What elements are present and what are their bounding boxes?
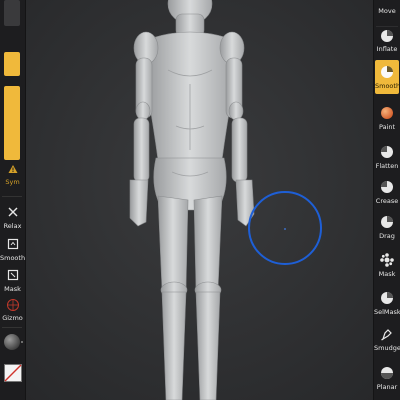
paint-tool[interactable]: Paint bbox=[374, 106, 400, 134]
inflate-brush-icon bbox=[381, 30, 393, 42]
drag-tool[interactable]: Drag bbox=[374, 215, 400, 243]
toolbar-scroll-track bbox=[4, 0, 20, 26]
gizmo-icon bbox=[6, 299, 19, 311]
smooth-square-icon bbox=[7, 238, 18, 250]
drag-label: Drag bbox=[379, 232, 395, 240]
crease-tool[interactable]: Crease bbox=[374, 180, 400, 208]
symmetry-label: Sym bbox=[5, 178, 20, 186]
gizmo-label: Gizmo bbox=[2, 314, 23, 322]
color-swatch-button[interactable] bbox=[0, 364, 25, 382]
selmask-label: SelMask bbox=[374, 308, 400, 316]
no-color-swatch-icon bbox=[3, 364, 22, 382]
inflate-label: Inflate bbox=[376, 45, 398, 53]
left-toolbar: Sym Relax Smooth Mask Gizmo bbox=[0, 0, 26, 400]
smudge-label: Smudge bbox=[374, 344, 400, 352]
crease-brush-icon bbox=[381, 181, 393, 193]
smudge-brush-icon bbox=[381, 329, 392, 341]
smooth-button[interactable]: Smooth bbox=[0, 238, 25, 262]
relax-button[interactable]: Relax bbox=[0, 206, 25, 230]
crease-label: Crease bbox=[375, 197, 399, 205]
flatten-tool[interactable]: Flatten bbox=[374, 145, 400, 173]
3d-viewport[interactable] bbox=[0, 0, 400, 400]
move-label: Move bbox=[378, 7, 396, 15]
brush-radius-slider[interactable] bbox=[4, 52, 20, 76]
mask-brush-icon bbox=[380, 253, 394, 267]
material-sphere-icon bbox=[3, 334, 23, 350]
material-button[interactable] bbox=[0, 333, 25, 351]
toolbar-divider bbox=[2, 196, 22, 197]
right-toolbar: Move Inflate Smooth Paint Flatten Crease bbox=[373, 0, 400, 400]
gizmo-button[interactable]: Gizmo bbox=[0, 298, 25, 322]
brush-center-dot bbox=[284, 228, 286, 230]
paint-brush-icon bbox=[381, 107, 393, 119]
sculpt-model[interactable] bbox=[0, 0, 400, 400]
relax-label: Relax bbox=[3, 222, 22, 230]
selmask-brush-icon bbox=[381, 292, 393, 304]
move-tool[interactable]: Move bbox=[374, 0, 400, 18]
flatten-label: Flatten bbox=[375, 162, 399, 170]
drag-brush-icon bbox=[381, 216, 393, 228]
selmask-tool[interactable]: SelMask bbox=[374, 291, 400, 319]
brush-intensity-slider[interactable] bbox=[4, 86, 20, 160]
toolbar-divider bbox=[2, 327, 22, 328]
planar-tool[interactable]: Planar bbox=[374, 366, 400, 396]
smooth-brush-icon bbox=[381, 66, 393, 78]
paint-label: Paint bbox=[378, 123, 396, 131]
mask-square-icon bbox=[7, 269, 18, 281]
smooth-label: Smooth bbox=[0, 254, 26, 262]
smooth-tool[interactable]: Smooth bbox=[375, 60, 400, 94]
flatten-brush-icon bbox=[381, 146, 393, 158]
tool-divider bbox=[376, 26, 398, 27]
inflate-tool[interactable]: Inflate bbox=[374, 29, 400, 57]
smooth-tool-label: Smooth bbox=[375, 82, 400, 90]
mask-tool[interactable]: Mask bbox=[374, 253, 400, 281]
symmetry-toggle[interactable]: Sym bbox=[0, 164, 25, 186]
mask-tool-label: Mask bbox=[378, 270, 396, 278]
relax-icon bbox=[8, 207, 17, 217]
planar-label: Planar bbox=[376, 383, 398, 391]
mask-label: Mask bbox=[4, 285, 21, 293]
mask-button[interactable]: Mask bbox=[0, 269, 25, 293]
smudge-tool[interactable]: Smudge bbox=[374, 327, 400, 355]
planar-brush-icon bbox=[381, 367, 393, 379]
warning-triangle-icon bbox=[8, 165, 17, 173]
